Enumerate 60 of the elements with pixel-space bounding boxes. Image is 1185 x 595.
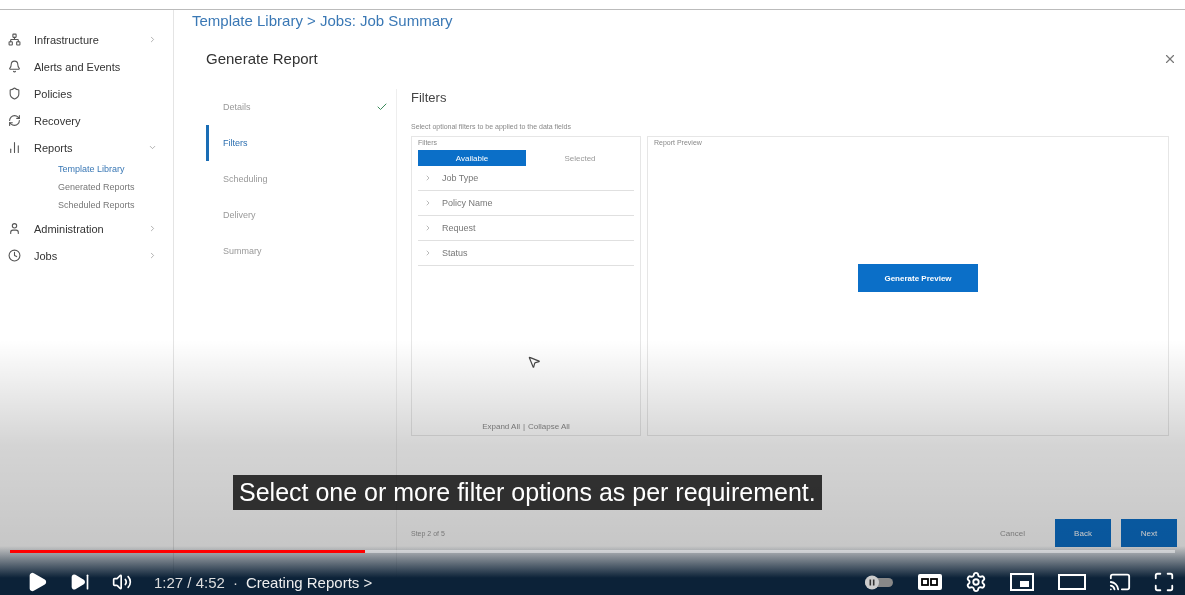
theater-mode-button[interactable] xyxy=(1057,572,1087,592)
nav-icon xyxy=(8,249,21,262)
sidebar-item[interactable]: Infrastructure xyxy=(0,26,173,53)
chevron-right-icon xyxy=(424,174,432,182)
chevron-right-icon xyxy=(424,199,432,207)
nav-icon xyxy=(8,60,21,73)
wizard-step[interactable]: Scheduling xyxy=(206,161,396,197)
sidebar-subitem[interactable]: Generated Reports xyxy=(0,179,173,197)
wizard-step[interactable]: Summary xyxy=(206,233,396,269)
nav-icon xyxy=(8,114,21,127)
chapter-link[interactable]: Creating Reports > xyxy=(245,573,373,591)
back-button[interactable]: Back xyxy=(1055,519,1111,547)
sidebar-subitem[interactable]: Template Library xyxy=(0,161,173,179)
next-button[interactable] xyxy=(70,572,90,592)
video-caption: Select one or more filter options as per requirement. xyxy=(233,475,822,510)
sidebar-subitem[interactable]: Scheduled Reports xyxy=(0,197,173,215)
wizard-step[interactable]: Delivery xyxy=(206,197,396,233)
chevron-right-icon xyxy=(148,251,157,260)
wizard-step[interactable]: Details xyxy=(206,89,396,125)
sidebar-item[interactable]: Policies xyxy=(0,80,173,107)
nav-icon xyxy=(8,87,21,100)
breadcrumb[interactable]: Template Library > Jobs: Job Summary xyxy=(192,12,453,30)
filter-row[interactable]: Status xyxy=(418,241,634,266)
filter-row[interactable]: Policy Name xyxy=(418,191,634,216)
chevron-right-icon xyxy=(424,224,432,232)
nav-icon xyxy=(8,222,21,235)
sidebar-item[interactable]: Recovery xyxy=(0,107,173,134)
expand-all-link[interactable]: Expand All xyxy=(482,422,520,431)
section-heading: Filters xyxy=(411,90,448,105)
generate-preview-button[interactable]: Generate Preview xyxy=(858,264,978,292)
next-button[interactable]: Next xyxy=(1121,519,1177,547)
sidebar-item[interactable]: Jobs xyxy=(0,242,173,269)
playback-time: 1:27 / 4:52 xyxy=(154,573,225,591)
chevron-right-icon xyxy=(424,249,432,257)
cancel-button[interactable]: Cancel xyxy=(994,527,1031,539)
chevron-right-icon xyxy=(148,224,157,233)
sidebar-item[interactable]: Reports xyxy=(0,134,173,161)
link-separator: | xyxy=(522,422,526,431)
cast-button[interactable] xyxy=(1109,571,1131,593)
chevron-right-icon xyxy=(148,35,157,44)
collapse-all-link[interactable]: Collapse All xyxy=(528,422,570,431)
nav-icon xyxy=(8,141,21,154)
progress-bar[interactable] xyxy=(10,550,1175,553)
chapter-separator: · xyxy=(232,573,238,591)
autoplay-toggle[interactable] xyxy=(863,574,895,590)
captions-button[interactable] xyxy=(917,572,943,592)
settings-button[interactable] xyxy=(965,571,987,593)
wizard-step[interactable]: Filters xyxy=(206,125,396,161)
sidebar-item[interactable]: Alerts and Events xyxy=(0,53,173,80)
mouse-pointer-icon xyxy=(527,355,541,369)
volume-button[interactable] xyxy=(112,572,132,592)
filter-row[interactable]: Request xyxy=(418,216,634,241)
chevron-down-icon xyxy=(148,143,157,152)
dialog-title: Generate Report xyxy=(206,50,318,67)
sidebar-item[interactable]: Administration xyxy=(0,215,173,242)
miniplayer-button[interactable] xyxy=(1009,572,1035,592)
tab[interactable]: Available xyxy=(418,150,526,166)
filter-row[interactable]: Job Type xyxy=(418,166,634,191)
fullscreen-button[interactable] xyxy=(1153,571,1175,593)
nav-icon xyxy=(8,33,21,46)
